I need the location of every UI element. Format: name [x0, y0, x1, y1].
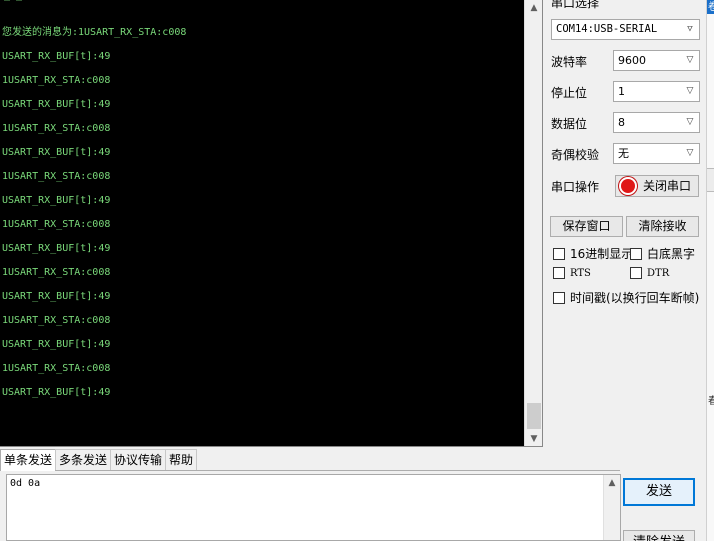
settings-panel: 串口选择 COM14:USB-SERIAL ▽ 波特率 9600 ▽ 停止位 1…	[544, 0, 706, 447]
data-bits-select[interactable]: 8 ▽	[613, 112, 700, 133]
parity-label: 奇偶校验	[551, 148, 600, 162]
background-fragment-2: 春	[708, 392, 714, 407]
terminal-line: 1USART_RX_STA:c008	[2, 171, 111, 182]
checkbox-box[interactable]	[553, 291, 565, 304]
clear-receive-button[interactable]: 清除接收	[626, 216, 699, 237]
terminal-line: USART_RX_BUF[t]:49	[2, 195, 111, 206]
checkbox-box[interactable]	[630, 267, 642, 279]
terminal-scrollbar[interactable]: ▲ ▼	[524, 0, 542, 446]
close-port-label: 关闭串口	[643, 179, 692, 193]
baud-select[interactable]: 9600 ▽	[613, 50, 700, 71]
timestamp-label: 时间戳(以换行回车断帧)	[570, 291, 700, 305]
arrow-down-icon[interactable]: ▼	[525, 431, 542, 446]
send-scrollbar[interactable]: ▲	[603, 475, 620, 540]
tab-help[interactable]: 帮助	[165, 449, 198, 470]
terminal-line: 1USART_RX_STA:c008	[2, 363, 111, 374]
terminal-line: 1USART_RX_STA:c008	[2, 123, 111, 134]
white-background-checkbox[interactable]: 白底黑字	[630, 245, 695, 262]
save-window-button[interactable]: 保存窗口	[550, 216, 623, 237]
baud-label: 波特率	[551, 55, 588, 69]
background-divider	[707, 168, 714, 192]
receive-terminal[interactable]: _ _ 您发送的消息为:1USART_RX_STA:c008 USART_RX_B…	[0, 0, 543, 447]
chevron-down-icon: ▽	[686, 148, 694, 158]
stop-bits-label: 停止位	[551, 86, 588, 100]
hex-display-checkbox[interactable]: 16进制显示	[553, 245, 633, 262]
terminal-line: USART_RX_BUF[t]:49	[2, 291, 111, 302]
background-fragment-1: 卷	[708, 0, 714, 13]
terminal-line: 1USART_RX_STA:c008	[2, 315, 111, 326]
parity-value: 无	[618, 147, 629, 160]
chevron-down-icon: ▽	[687, 24, 693, 34]
tab-protocol-transfer[interactable]: 协议传输	[110, 449, 167, 470]
tab-strip-divider	[0, 470, 620, 471]
send-input[interactable]: 0d 0a ▲	[6, 474, 621, 541]
dtr-label: DTR	[647, 267, 670, 279]
terminal-line: USART_RX_BUF[t]:49	[2, 51, 111, 62]
close-port-button[interactable]: 关闭串口	[615, 175, 699, 197]
terminal-line: 1USART_RX_STA:c008	[2, 75, 111, 86]
clear-send-button[interactable]: 清除发送	[623, 530, 695, 541]
dtr-checkbox[interactable]: DTR	[630, 267, 669, 279]
stop-bits-select[interactable]: 1 ▽	[613, 81, 700, 102]
checkbox-box[interactable]	[630, 247, 642, 260]
chevron-down-icon: ▽	[686, 86, 694, 96]
arrow-up-icon[interactable]: ▲	[525, 0, 542, 16]
terminal-line: USART_RX_BUF[t]:49	[2, 339, 111, 350]
terminal-lines: 您发送的消息为:1USART_RX_STA:c008 USART_RX_BUF[t…	[2, 24, 522, 408]
chevron-down-icon: ▽	[686, 117, 694, 127]
arrow-up-icon[interactable]: ▲	[609, 478, 616, 488]
white-background-label: 白底黑字	[647, 247, 696, 261]
terminal-line: USART_RX_BUF[t]:49	[2, 147, 111, 158]
terminal-line: 您发送的消息为:1USART_RX_STA:c008	[2, 27, 187, 38]
port-select-value: COM14:USB-SERIAL	[556, 23, 658, 35]
rts-checkbox[interactable]: RTS	[553, 267, 591, 279]
port-select-label: 串口选择	[551, 0, 600, 10]
tab-single-send[interactable]: 单条发送	[0, 449, 57, 471]
port-select[interactable]: COM14:USB-SERIAL ▽	[551, 19, 700, 40]
rts-label: RTS	[570, 267, 591, 279]
parity-select[interactable]: 无 ▽	[613, 143, 700, 164]
serial-assistant-window: _ _ 您发送的消息为:1USART_RX_STA:c008 USART_RX_B…	[0, 0, 714, 541]
data-bits-value: 8	[618, 116, 625, 129]
timestamp-checkbox[interactable]: 时间戳(以换行回车断帧)	[553, 289, 699, 306]
checkbox-box[interactable]	[553, 267, 565, 279]
record-icon	[621, 179, 635, 193]
terminal-line: USART_RX_BUF[t]:49	[2, 387, 111, 398]
terminal-line: 1USART_RX_STA:c008	[2, 219, 111, 230]
checkbox-box[interactable]	[553, 247, 565, 260]
send-mode-tabs: 单条发送 多条发送 协议传输 帮助	[0, 449, 198, 471]
terminal-line: USART_RX_BUF[t]:49	[2, 99, 111, 110]
data-bits-label: 数据位	[551, 117, 588, 131]
hex-display-label: 16进制显示	[570, 247, 634, 261]
terminal-line: 1USART_RX_STA:c008	[2, 267, 111, 278]
baud-select-value: 9600	[618, 54, 646, 67]
port-operation-label: 串口操作	[551, 180, 600, 194]
chevron-down-icon: ▽	[686, 55, 694, 65]
background-window-edge: 卷 春	[706, 0, 714, 541]
terminal-line: USART_RX_BUF[t]:49	[2, 243, 111, 254]
stop-bits-value: 1	[618, 85, 625, 98]
send-input-value: 0d 0a	[10, 478, 41, 489]
terminal-top-fragment: _ _	[4, 0, 22, 1]
send-button[interactable]: 发送	[623, 478, 695, 506]
terminal-scroll-thumb[interactable]	[527, 403, 541, 429]
tab-multi-send[interactable]: 多条发送	[55, 449, 112, 470]
